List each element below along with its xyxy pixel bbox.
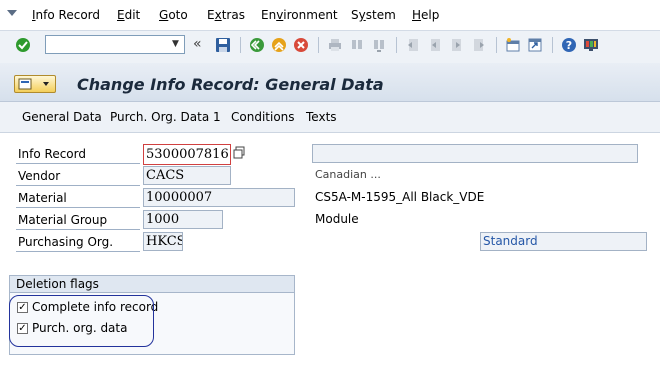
purchasing-org-description-field: Standard — [480, 232, 647, 251]
info-record-label-box: Info Record — [16, 146, 140, 164]
vendor-label: Vendor — [18, 169, 61, 183]
system-menu-icon[interactable] — [6, 7, 18, 19]
create-session-icon[interactable] — [504, 36, 522, 54]
last-page-icon[interactable] — [470, 36, 488, 54]
material-description-text: CS5A-M-1595_All Black_VDE — [315, 190, 485, 204]
page-title: Change Info Record: General Data — [77, 75, 384, 94]
toolbar-separator — [318, 37, 319, 53]
purchasing-org-label: Purchasing Org. — [18, 235, 114, 249]
print-icon[interactable] — [326, 36, 344, 54]
material-label: Material — [18, 191, 67, 205]
collapse-icon[interactable]: « — [193, 36, 202, 52]
deletion-flags-title: Deletion flags — [16, 277, 99, 291]
vendor-label-box: Vendor — [16, 168, 140, 186]
toolbar-separator — [496, 37, 497, 53]
customize-layout-icon[interactable] — [582, 36, 600, 54]
menu-edit[interactable]: Edit — [117, 8, 140, 22]
conditions-button[interactable]: Conditions — [231, 110, 295, 124]
menu-system[interactable]: System — [351, 8, 396, 22]
command-dropdown-icon[interactable]: ▼ — [167, 36, 184, 53]
texts-button[interactable]: Texts — [306, 110, 337, 124]
previous-page-icon[interactable] — [426, 36, 444, 54]
help-icon[interactable]: ? — [560, 36, 578, 54]
purch-org-data-1-button[interactable]: Purch. Org. Data 1 — [110, 110, 221, 124]
title-menu-button[interactable] — [14, 75, 56, 93]
material-group-label-box: Material Group — [16, 212, 140, 230]
menu-environment[interactable]: Environment — [261, 8, 338, 22]
purchasing-org-label-box: Purchasing Org. — [16, 234, 140, 252]
material-field: 10000007 — [143, 188, 295, 207]
material-group-field: 1000 — [143, 210, 223, 229]
info-record-input[interactable]: 5300007816 — [143, 144, 231, 165]
menu-info-record[interactable]: Info Record — [32, 8, 100, 22]
purchasing-org-field: HKCS — [143, 232, 183, 251]
menu-help[interactable]: Help — [412, 8, 439, 22]
toolbar-separator — [240, 37, 241, 53]
info-record-description-field — [312, 144, 638, 163]
find-icon[interactable] — [348, 36, 366, 54]
exit-icon[interactable] — [270, 36, 288, 54]
general-data-button[interactable]: General Data — [22, 110, 102, 124]
vendor-field: CACS — [143, 166, 231, 185]
command-field[interactable] — [45, 35, 185, 54]
next-page-icon[interactable] — [448, 36, 466, 54]
material-group-label: Material Group — [18, 213, 108, 227]
menu-goto[interactable]: Goto — [159, 8, 188, 22]
find-next-icon[interactable] — [370, 36, 388, 54]
toolbar-separator — [396, 37, 397, 53]
menu-extras[interactable]: Extras — [207, 8, 245, 22]
material-label-box: Material — [16, 190, 140, 208]
vendor-name-text: Canadian ... — [315, 168, 381, 180]
material-group-description-text: Module — [315, 212, 359, 226]
enter-icon[interactable] — [14, 36, 32, 54]
cancel-icon[interactable] — [292, 36, 310, 54]
svg-text:?: ? — [566, 39, 572, 52]
toolbar-separator — [552, 37, 553, 53]
first-page-icon[interactable] — [404, 36, 422, 54]
highlight-ring — [9, 295, 154, 347]
copy-icon[interactable] — [233, 146, 246, 159]
shortcut-icon[interactable] — [526, 36, 544, 54]
back-icon[interactable] — [248, 36, 266, 54]
info-record-label: Info Record — [18, 147, 86, 161]
save-icon[interactable] — [214, 36, 232, 54]
